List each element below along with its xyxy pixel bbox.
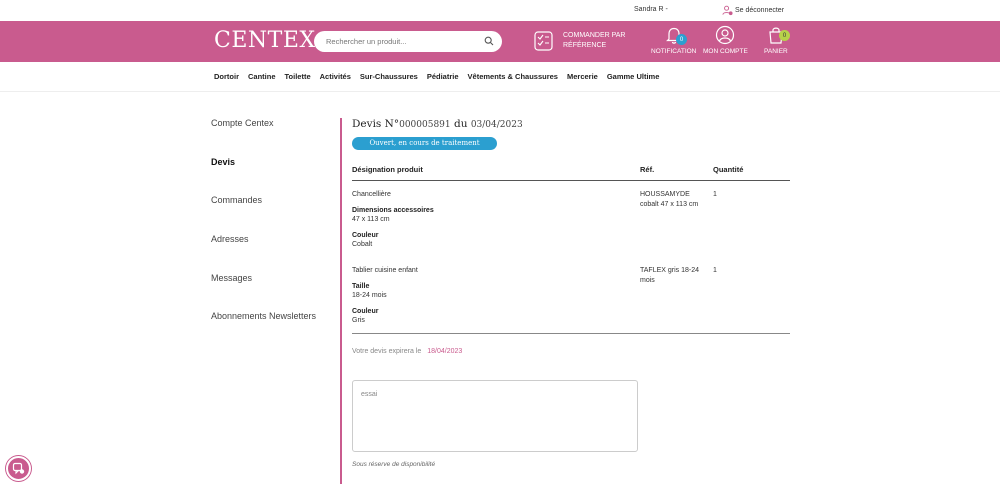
status-badge: Ouvert, en cours de traitement: [352, 137, 497, 150]
account-label: MON COMPTE: [703, 48, 748, 55]
attr-value: Cobalt: [352, 241, 373, 248]
chat-bubble-icon: [12, 462, 25, 475]
user-account-icon: [716, 25, 735, 45]
product-description: Chancellière Dimensions accessoires 47 x…: [352, 190, 612, 250]
quote-date: 03/04/2023: [470, 120, 523, 130]
product-ref: HOUSSAMYDE cobalt 47 x 113 cm: [640, 191, 699, 208]
nav-item-pediatrie[interactable]: Pédiatrie: [427, 72, 459, 81]
search-input[interactable]: [314, 31, 474, 52]
title-date-prefix: du: [453, 118, 468, 130]
user-name: Sandra R -: [634, 6, 668, 13]
sidebar-divider: [340, 118, 342, 484]
sidebar-item-compte[interactable]: Compte Centex: [211, 118, 316, 157]
expiry-notice: Votre devis expirera le 18/04/2023: [352, 348, 462, 355]
nav-item-mercerie[interactable]: Mercerie: [567, 72, 598, 81]
notification-label: NOTIFICATION: [651, 48, 697, 55]
cart-button[interactable]: 0 PANIER: [764, 25, 790, 55]
attr-label: Dimensions accessoires: [352, 206, 434, 214]
attr-label: Taille: [352, 282, 370, 290]
table-divider: [352, 333, 790, 334]
quote-detail: Devis N°000005891 du 03/04/2023 Ouvert, …: [352, 118, 790, 468]
nav-item-toilette[interactable]: Toilette: [285, 72, 311, 81]
attr-value: 18-24 mois: [352, 292, 387, 299]
attr-value: 47 x 113 cm: [352, 216, 390, 223]
attr-label: Couleur: [352, 231, 379, 239]
nav-item-vetements[interactable]: Vêtements & Chaussures: [468, 72, 558, 81]
sidebar-item-devis[interactable]: Devis: [211, 157, 316, 196]
nav-item-activites[interactable]: Activités: [320, 72, 351, 81]
search-box: [314, 31, 502, 52]
search-icon[interactable]: [484, 36, 494, 46]
nav-item-sur-chaussures[interactable]: Sur-Chaussures: [360, 72, 418, 81]
product-name: Chancellière: [352, 191, 391, 198]
sidebar-item-messages[interactable]: Messages: [211, 273, 316, 312]
sidebar-item-commandes[interactable]: Commandes: [211, 195, 316, 234]
category-nav: Dortoir Cantine Toilette Activités Sur-C…: [0, 62, 1000, 92]
sidebar-item-newsletters[interactable]: Abonnements Newsletters: [211, 311, 316, 350]
logo-text: CENTEX: [214, 28, 316, 53]
checklist-icon: [534, 31, 553, 51]
notification-button[interactable]: 0 NOTIFICATION: [651, 25, 696, 55]
order-ref-line2: RÉFÉRENCE: [563, 42, 607, 49]
table-row: Tablier cuisine enfant Taille 18-24 mois…: [352, 266, 790, 330]
table-header: Désignation produit Réf. Quantité: [352, 164, 790, 181]
logout-link[interactable]: Se déconnecter: [722, 5, 784, 16]
notification-count-badge: 0: [676, 34, 687, 45]
cart-label: PANIER: [764, 48, 788, 55]
title-prefix: Devis N°: [352, 118, 400, 130]
col-header-designation: Désignation produit: [352, 165, 423, 174]
table-row: Chancellière Dimensions accessoires 47 x…: [352, 190, 790, 260]
col-header-ref: Réf.: [640, 165, 655, 174]
product-ref: TAFLEX gris 18-24 mois: [640, 267, 700, 284]
nav-item-dortoir[interactable]: Dortoir: [214, 72, 239, 81]
order-by-reference-button[interactable]: COMMANDER PAR RÉFÉRENCE: [533, 30, 625, 52]
cart-count-badge: 0: [779, 30, 790, 41]
chat-widget-button[interactable]: [6, 456, 31, 481]
expiry-label: Votre devis expirera le: [352, 348, 422, 355]
product-description: Tablier cuisine enfant Taille 18-24 mois…: [352, 266, 612, 326]
nav-item-cantine[interactable]: Cantine: [248, 72, 276, 81]
order-ref-line1: COMMANDER PAR: [563, 32, 626, 39]
col-header-qty: Quantité: [713, 165, 744, 174]
page-title: Devis N°000005891 du 03/04/2023: [352, 118, 790, 130]
comment-textarea[interactable]: essai: [352, 380, 638, 452]
logout-label: Se déconnecter: [735, 7, 785, 14]
main-header: CENTEX COMMANDER PAR RÉFÉRENCE 0 NOTIFIC…: [0, 21, 1000, 62]
product-qty: 1: [713, 191, 717, 198]
availability-note: Sous réserve de disponibilité: [352, 461, 436, 468]
top-bar: Sandra R - Se déconnecter: [0, 0, 1000, 21]
sidebar-item-adresses[interactable]: Adresses: [211, 234, 316, 273]
account-sidebar: Compte Centex Devis Commandes Adresses M…: [211, 118, 316, 350]
user-logout-icon: [722, 5, 733, 16]
account-button[interactable]: MON COMPTE: [703, 25, 748, 55]
product-name: Tablier cuisine enfant: [352, 267, 418, 274]
nav-item-gamme-ultime[interactable]: Gamme Ultime: [607, 72, 660, 81]
expiry-date: 18/04/2023: [427, 348, 463, 355]
attr-value: Gris: [352, 317, 365, 324]
quote-number: 000005891: [399, 120, 451, 130]
product-qty: 1: [713, 267, 717, 274]
attr-label: Couleur: [352, 307, 379, 315]
